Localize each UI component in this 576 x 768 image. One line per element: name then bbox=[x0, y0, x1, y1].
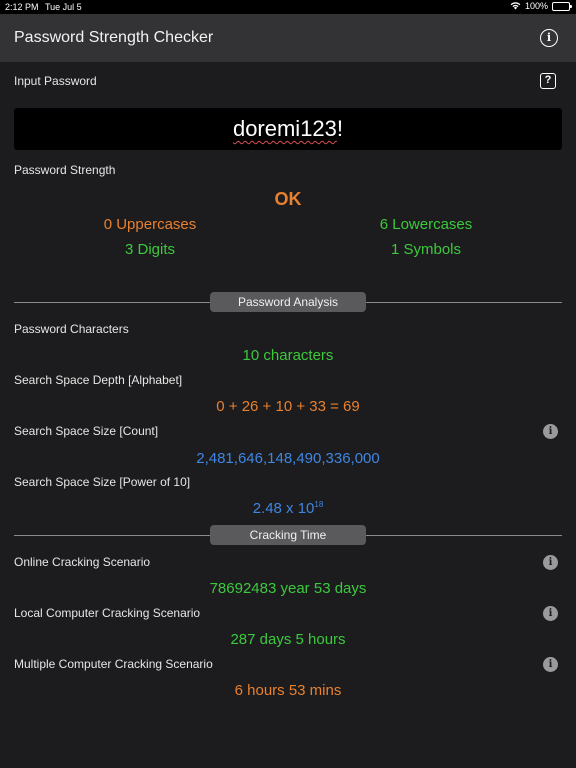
multi-scenario-value: 6 hours 53 mins bbox=[234, 682, 342, 699]
search-depth-label: Search Space Depth [Alphabet] bbox=[14, 373, 183, 387]
status-bar: 2:12 PM Tue Jul 5 100% bbox=[0, 0, 576, 14]
search-size-power-value: 2.48 x 1018 bbox=[0, 500, 576, 517]
online-scenario-value: 78692483 year 53 days bbox=[209, 580, 367, 597]
uppercase-count: 0 Uppercases bbox=[103, 216, 197, 233]
wifi-icon bbox=[510, 2, 521, 10]
password-misspelled-text: doremi123 bbox=[232, 116, 337, 141]
page-title: Password Strength Checker bbox=[14, 29, 214, 46]
password-characters-value: 10 characters bbox=[242, 347, 334, 364]
help-icon[interactable]: ? bbox=[540, 73, 556, 89]
password-analysis-header: Password Analysis bbox=[210, 292, 366, 312]
cracking-time-header: Cracking Time bbox=[210, 525, 366, 545]
status-date: Tue Jul 5 bbox=[45, 2, 82, 12]
local-scenario-value: 287 days 5 hours bbox=[230, 631, 346, 648]
lowercase-count: 6 Lowercases bbox=[379, 216, 473, 233]
symbol-count: 1 Symbols bbox=[390, 241, 462, 258]
status-indicators: 100% bbox=[510, 1, 572, 11]
input-password-label: Input Password bbox=[14, 74, 97, 88]
multi-scenario-label: Multiple Computer Cracking Scenario bbox=[14, 657, 213, 671]
password-suffix: ! bbox=[336, 116, 344, 141]
password-input[interactable]: doremi123! bbox=[14, 108, 562, 150]
search-size-power-label: Search Space Size [Power of 10] bbox=[14, 475, 191, 489]
search-depth-value: 0 + 26 + 10 + 33 = 69 bbox=[216, 398, 360, 415]
password-value[interactable]: doremi123! bbox=[14, 116, 562, 142]
info-icon[interactable]: i bbox=[540, 29, 558, 47]
battery-icon bbox=[552, 1, 572, 11]
online-info-icon[interactable]: i bbox=[543, 555, 558, 570]
search-size-count-value: 2,481,646,148,490,336,000 bbox=[196, 450, 380, 467]
password-strength-label: Password Strength bbox=[14, 163, 116, 177]
search-size-count-label: Search Space Size [Count] bbox=[14, 424, 159, 438]
local-scenario-label: Local Computer Cracking Scenario bbox=[14, 606, 201, 620]
password-characters-label: Password Characters bbox=[14, 322, 129, 336]
multi-info-icon[interactable]: i bbox=[543, 657, 558, 672]
battery-percent: 100% bbox=[524, 1, 548, 11]
local-info-icon[interactable]: i bbox=[543, 606, 558, 621]
power-mantissa: 2.48 x 10 bbox=[252, 500, 315, 517]
digit-count: 3 Digits bbox=[124, 241, 176, 258]
search-size-info-icon[interactable]: i bbox=[543, 424, 558, 439]
status-time: 2:12 PM bbox=[5, 2, 39, 12]
online-scenario-label: Online Cracking Scenario bbox=[14, 555, 151, 569]
power-exponent: 18 bbox=[314, 500, 324, 509]
navigation-bar: Password Strength Checker i bbox=[0, 14, 576, 62]
strength-rating: OK bbox=[274, 189, 302, 209]
